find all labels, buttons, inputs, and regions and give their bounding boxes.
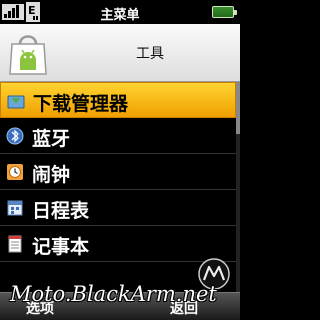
menu-item-label: 下载管理器 xyxy=(33,93,129,115)
page-title: 工具 xyxy=(136,46,164,62)
menu-item-download-manager[interactable]: 下载管理器 xyxy=(0,82,236,118)
category-header: 工具 xyxy=(0,24,240,82)
download-manager-icon xyxy=(7,95,25,109)
menu-item-calendar[interactable]: 日程表 xyxy=(0,190,236,226)
menu-item-notepad[interactable]: 记事本 xyxy=(0,226,236,262)
calendar-icon xyxy=(7,200,23,216)
alarm-clock-icon xyxy=(7,164,23,180)
scrollbar[interactable] xyxy=(236,82,240,292)
menu-item-alarm-clock[interactable]: 闹钟 xyxy=(0,154,236,190)
battery-icon xyxy=(212,6,237,18)
notepad-icon xyxy=(8,235,22,253)
status-bar: E 主菜单 xyxy=(0,0,240,24)
menu-item-bluetooth[interactable]: 蓝牙 xyxy=(0,118,236,154)
menu-item-label: 闹钟 xyxy=(32,164,71,186)
menu-item-label: 蓝牙 xyxy=(32,128,71,150)
scrollbar-thumb[interactable] xyxy=(236,82,240,134)
watermark: Moto.BlackArm.net xyxy=(10,282,217,306)
bluetooth-icon xyxy=(6,127,24,145)
status-title: 主菜单 xyxy=(100,8,140,23)
menu-item-label: 记事本 xyxy=(32,236,90,258)
menu-item-label: 日程表 xyxy=(32,200,90,222)
market-bag-icon xyxy=(9,35,47,75)
